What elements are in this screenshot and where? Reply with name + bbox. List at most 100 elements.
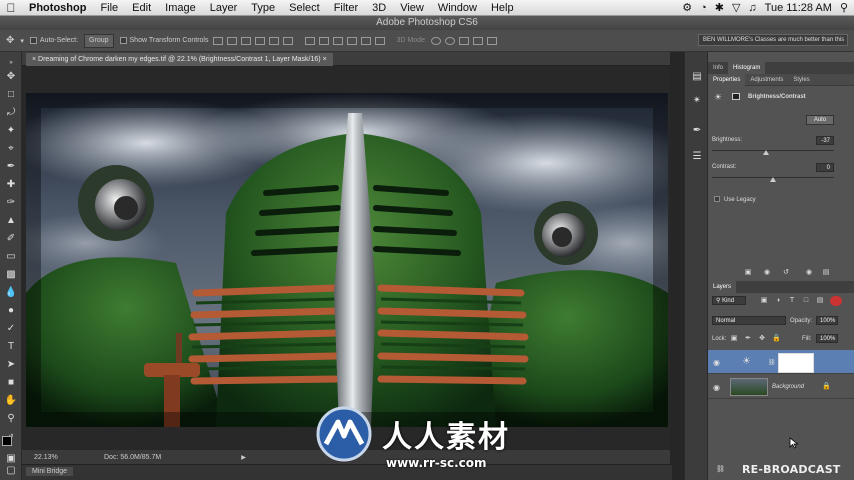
lasso-tool-icon[interactable]: ⤾ — [4, 106, 18, 120]
brightness-field[interactable]: -37 — [816, 136, 834, 145]
pen-tool-icon[interactable]: ✓ — [4, 322, 18, 336]
gear-icon[interactable]: ⚙ — [682, 1, 692, 14]
align-vcenter-icon[interactable] — [226, 36, 237, 45]
menu-window[interactable]: Window — [431, 2, 484, 14]
filter-smart-object-icon[interactable]: ▤ — [816, 297, 824, 305]
menu-type[interactable]: Type — [244, 2, 282, 14]
auto-button[interactable]: Auto — [806, 115, 834, 125]
menu-file[interactable]: File — [93, 2, 125, 14]
auto-select-checkbox[interactable] — [29, 37, 37, 44]
move-tool-icon[interactable]: ✥ — [6, 34, 14, 48]
layer-mask-icon[interactable] — [732, 93, 740, 100]
tab-styles[interactable]: Styles — [788, 74, 814, 86]
screen-mode-icon[interactable]: ▢ — [4, 464, 18, 478]
distribute-left-icon[interactable] — [346, 36, 357, 45]
clone-source-panel-icon[interactable]: ☰ — [690, 150, 704, 164]
menu-filter[interactable]: Filter — [327, 2, 365, 14]
distribute-right-icon[interactable] — [374, 36, 385, 45]
show-transform-checkbox[interactable] — [119, 37, 127, 44]
foreground-color-swatch[interactable] — [2, 436, 12, 446]
close-tab-icon-right[interactable]: × — [323, 56, 327, 63]
history-brush-tool-icon[interactable]: ✐ — [4, 232, 18, 246]
filter-toggle-icon[interactable] — [830, 296, 842, 306]
blend-mode-dropdown[interactable]: Normal — [712, 316, 786, 325]
layer-visibility-eye-icon[interactable]: ◉ — [713, 383, 720, 392]
menu-app-photoshop[interactable]: Photoshop — [22, 2, 93, 14]
zoom-level[interactable]: 22.13% — [34, 454, 84, 461]
brightness-slider-thumb[interactable] — [762, 150, 769, 155]
volume-icon[interactable]: ♫ — [748, 2, 756, 14]
menu-edit[interactable]: Edit — [125, 2, 158, 14]
healing-brush-tool-icon[interactable]: ✚ — [4, 178, 18, 192]
distribute-hcenter-icon[interactable] — [360, 36, 371, 45]
tab-adjustments[interactable]: Adjustments — [745, 74, 788, 86]
menu-image[interactable]: Image — [158, 2, 203, 14]
tool-preset-dropdown[interactable]: ▾ — [20, 34, 24, 48]
filter-shape-icon[interactable]: □ — [802, 297, 810, 305]
history-panel-icon[interactable]: ▤ — [690, 70, 704, 84]
filter-adjustment-icon[interactable]: ◑ — [774, 297, 782, 305]
brush-panel-icon[interactable]: ✒ — [690, 124, 704, 138]
use-legacy-checkbox[interactable] — [714, 196, 720, 202]
lock-all-icon[interactable]: 🔒 — [772, 335, 781, 343]
layer-row-adjustment[interactable]: ◉ ☀ ⛓ — [708, 350, 854, 374]
distribute-vcenter-icon[interactable] — [318, 36, 329, 45]
3d-slide-icon[interactable] — [472, 36, 483, 45]
3d-scale-icon[interactable] — [486, 36, 497, 45]
menu-layer[interactable]: Layer — [203, 2, 245, 14]
tab-layers[interactable]: Layers — [708, 281, 737, 293]
marquee-tool-icon[interactable]: □ — [4, 88, 18, 102]
view-previous-icon[interactable]: ◉ — [763, 269, 771, 277]
tab-info[interactable]: Info — [708, 62, 728, 74]
layer-chain-icon[interactable]: ⛓ — [768, 359, 776, 366]
menu-select[interactable]: Select — [282, 2, 327, 14]
3d-roll-icon[interactable] — [444, 36, 455, 45]
gradient-tool-icon[interactable]: ▩ — [4, 268, 18, 282]
layer-mask-thumbnail[interactable] — [778, 353, 814, 373]
contrast-slider-thumb[interactable] — [770, 177, 776, 182]
reset-icon[interactable]: ↺ — [782, 269, 790, 277]
delete-adjustment-icon[interactable]: ▤ — [822, 269, 830, 277]
quick-select-tool-icon[interactable]: ✦ — [4, 124, 18, 138]
align-right-icon[interactable] — [282, 36, 293, 45]
3d-pan-icon[interactable] — [458, 36, 469, 45]
align-top-icon[interactable] — [212, 36, 223, 45]
distribute-bottom-icon[interactable] — [332, 36, 343, 45]
document-tab[interactable]: × Dreaming of Chrome darken my edges.tif… — [26, 53, 333, 66]
tab-properties[interactable]: Properties — [708, 73, 746, 86]
visibility-toggle-icon[interactable]: ◉ — [805, 269, 813, 277]
mini-bridge-tab[interactable]: Mini Bridge — [26, 467, 74, 476]
eyedropper-tool-icon[interactable]: ✒ — [4, 160, 18, 174]
align-left-icon[interactable] — [254, 36, 265, 45]
clip-to-layer-icon[interactable]: ▣ — [744, 269, 752, 277]
bluetooth-icon[interactable]: ✱ — [715, 1, 724, 14]
close-tab-icon[interactable]: × — [32, 56, 36, 63]
auto-select-dropdown[interactable]: Group — [84, 33, 114, 48]
clone-stamp-tool-icon[interactable]: ▲ — [4, 214, 18, 228]
menu-3d[interactable]: 3D — [365, 2, 393, 14]
eraser-tool-icon[interactable]: ▭ — [4, 250, 18, 264]
tab-histogram[interactable]: Histogram — [728, 62, 766, 74]
brightness-slider-track[interactable] — [712, 150, 834, 151]
layer-visibility-eye-icon[interactable]: ◉ — [713, 358, 720, 367]
contrast-field[interactable]: 0 — [816, 163, 834, 172]
timemachine-icon[interactable]: ◔ — [700, 2, 707, 14]
spotlight-search-icon[interactable]: ⚲ — [840, 1, 848, 14]
wifi-icon[interactable]: ▽ — [732, 1, 740, 14]
type-tool-icon[interactable]: T — [4, 340, 18, 354]
opacity-field[interactable]: 100% — [816, 316, 838, 325]
brush-tool-icon[interactable]: ✑ — [4, 196, 18, 210]
dodge-tool-icon[interactable]: ● — [4, 304, 18, 318]
actions-panel-icon[interactable]: ✴ — [690, 94, 704, 108]
3d-rotate-icon[interactable] — [430, 36, 441, 45]
menu-view[interactable]: View — [393, 2, 431, 14]
menubar-clock[interactable]: Tue 11:28 AM — [765, 2, 832, 14]
filter-pixel-icon[interactable]: ▣ — [760, 297, 768, 305]
lock-transparent-icon[interactable]: ▣ — [730, 335, 738, 343]
align-bottom-icon[interactable] — [240, 36, 251, 45]
document-image[interactable] — [26, 93, 668, 427]
filter-type-icon[interactable]: T — [788, 297, 796, 305]
zoom-tool-icon[interactable]: ⚲ — [4, 412, 18, 426]
collapse-toolbar-icon[interactable]: » — [4, 56, 18, 70]
blur-tool-icon[interactable]: 💧 — [4, 286, 18, 300]
